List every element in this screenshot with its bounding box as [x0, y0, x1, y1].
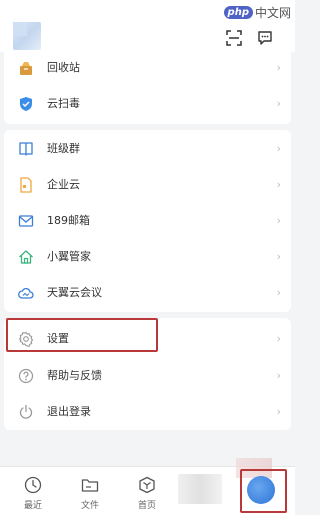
chevron-right-icon: › [276, 369, 281, 382]
shield-icon [20, 97, 32, 111]
mail-icon [18, 215, 34, 227]
watermark: php 中文网 [223, 4, 291, 21]
menu-label: 退出登录 [47, 405, 91, 418]
watermark-text: 中文网 [254, 6, 291, 20]
power-icon [19, 404, 33, 419]
menu-item-cloud-antivirus[interactable]: 云扫毒 › [4, 86, 291, 122]
menu-item-logout[interactable]: 退出登录 › [4, 394, 291, 430]
menu-item-settings[interactable]: 设置 › [4, 321, 291, 357]
menu-item-help-feedback[interactable]: 帮助与反馈 › [4, 358, 291, 394]
chevron-right-icon: › [276, 214, 281, 227]
tab-label: 最近 [23, 501, 42, 511]
chevron-right-icon: › [276, 178, 281, 191]
chevron-right-icon: › [276, 250, 281, 263]
tab-files[interactable]: 文件 [65, 467, 115, 515]
chevron-right-icon: › [276, 97, 281, 110]
book-icon [19, 142, 33, 156]
menu-label: 企业云 [47, 178, 80, 191]
menu-item-189-mail[interactable]: 189邮箱 › [4, 203, 291, 239]
folder-icon [81, 479, 99, 492]
tab-label: 文件 [80, 501, 99, 511]
menu-group-tools: 回收站 › 云扫毒 › [4, 50, 291, 124]
chevron-right-icon: › [276, 142, 281, 155]
menu-label: 班级群 [47, 142, 80, 155]
avatar[interactable] [13, 22, 41, 50]
profile-header: php 中文网 [0, 0, 295, 52]
menu-group-services: 班级群 › 企业云 › 189邮箱 › 小翼管家 › 天翼云会议 › [4, 130, 291, 312]
menu-label: 回收站 [47, 61, 80, 74]
menu-item-tianyi-meeting[interactable]: 天翼云会议 › [4, 275, 291, 311]
chevron-right-icon: › [276, 405, 281, 418]
tab-recent[interactable]: 最近 [8, 467, 58, 515]
blurred-overlay [236, 458, 272, 478]
menu-item-class-group[interactable]: 班级群 › [4, 131, 291, 167]
menu-item-smart-home[interactable]: 小翼管家 › [4, 239, 291, 275]
clock-icon [24, 476, 42, 494]
trash-bin-icon [20, 62, 32, 75]
tab-label: 首页 [137, 501, 156, 511]
gear-icon [18, 331, 34, 347]
cube-icon [139, 476, 155, 494]
menu-label: 云扫毒 [47, 97, 80, 110]
scan-icon[interactable] [226, 30, 242, 46]
message-icon[interactable] [257, 30, 273, 46]
menu-label: 设置 [47, 332, 69, 345]
menu-label: 小翼管家 [47, 250, 91, 263]
menu-group-account: 设置 › 帮助与反馈 › 退出登录 › [4, 318, 291, 430]
chevron-right-icon: › [276, 332, 281, 345]
menu-label: 天翼云会议 [47, 286, 102, 299]
blurred-tab-area [178, 474, 222, 504]
profile-tab-avatar[interactable] [247, 476, 275, 504]
menu-label: 189邮箱 [47, 214, 90, 227]
menu-item-recycle-bin[interactable]: 回收站 › [4, 50, 291, 86]
menu-item-enterprise-cloud[interactable]: 企业云 › [4, 167, 291, 203]
document-icon [20, 177, 32, 193]
watermark-badge: php [223, 6, 253, 19]
cloud-icon [18, 287, 34, 299]
home-icon [19, 250, 33, 264]
chevron-right-icon: › [276, 286, 281, 299]
tab-home[interactable]: 首页 [122, 467, 172, 515]
question-icon [18, 368, 34, 384]
menu-label: 帮助与反馈 [47, 369, 102, 382]
chevron-right-icon: › [276, 61, 281, 74]
